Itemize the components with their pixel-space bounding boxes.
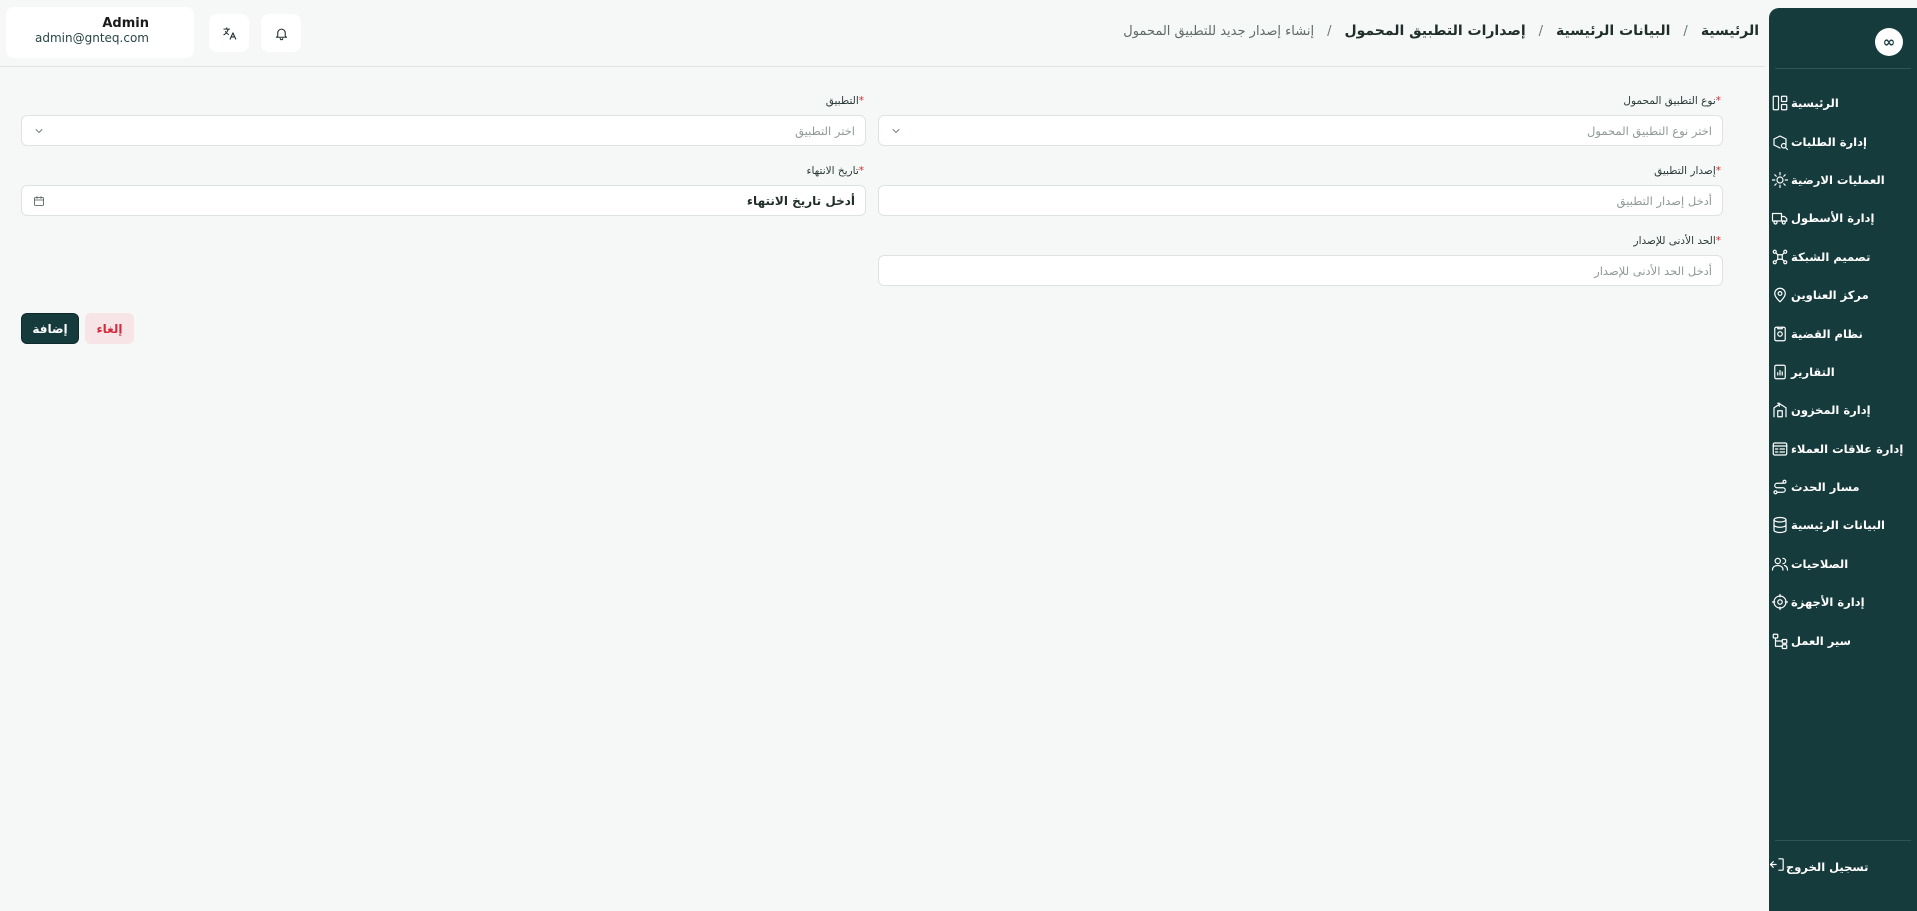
sidebar-item-home[interactable]: الرئيسية <box>1769 84 1917 122</box>
sidebar-item-devices[interactable]: إدارة الأجهزة <box>1769 583 1917 621</box>
sidebar-item-label: العمليات الارضية <box>1791 172 1885 187</box>
required-marker: * <box>858 95 864 107</box>
sidebar-item-orders[interactable]: إدارة الطلبات <box>1769 122 1917 160</box>
sidebar-nav: الرئيسية إدارة الطلبات العمليات الارضية … <box>1769 84 1917 660</box>
device-settings-icon <box>1769 591 1791 613</box>
input-placeholder: أدخل الحد الأدنى للإصدار <box>1594 263 1712 278</box>
sidebar-item-reports[interactable]: التقارير <box>1769 353 1917 391</box>
sidebar-item-label: إدارة الأسطول <box>1791 211 1875 226</box>
breadcrumb: الرئيسية / البيانات الرئيسية / إصدارات ا… <box>1123 23 1759 39</box>
crm-icon <box>1769 438 1791 460</box>
truck-icon <box>1769 207 1791 229</box>
breadcrumb-home[interactable]: الرئيسية <box>1701 23 1759 39</box>
route-icon <box>1769 476 1791 498</box>
field-label: *الحد الأدنى للإصدار <box>1633 235 1721 247</box>
warehouse-icon <box>1769 399 1791 421</box>
sidebar-divider <box>1775 68 1911 69</box>
sidebar-item-label: تصميم الشبكة <box>1791 249 1871 264</box>
required-marker: * <box>1715 165 1721 177</box>
breadcrumb-master-data[interactable]: البيانات الرئيسية <box>1556 23 1670 39</box>
chevron-down-icon <box>32 124 46 138</box>
sidebar-item-network-design[interactable]: تصميم الشبكة <box>1769 238 1917 276</box>
breadcrumb-separator: / <box>1327 23 1332 39</box>
field-label: *التطبيق <box>825 95 864 107</box>
sidebar-item-crm[interactable]: إدارة علاقات العملاء <box>1769 430 1917 468</box>
field-label: *تاريخ الانتهاء <box>806 165 864 177</box>
sidebar-item-label: إدارة الطلبات <box>1791 134 1867 149</box>
sidebar: ∞ الرئيسية إدارة الطلبات العمليات الارضي… <box>1769 8 1917 911</box>
min-version-input[interactable]: أدخل الحد الأدنى للإصدار <box>878 255 1723 286</box>
expiry-date-input[interactable]: أدخل تاريخ الانتهاء <box>21 185 866 216</box>
user-card[interactable]: Admin admin@gnteq.com <box>6 7 194 58</box>
database-icon <box>1769 514 1791 536</box>
network-icon <box>1769 246 1791 268</box>
logout-label: تسجيل الخروج <box>1786 859 1869 874</box>
required-marker: * <box>1715 235 1721 247</box>
breadcrumb-separator: / <box>1538 23 1544 39</box>
sidebar-item-label: مسار الحدث <box>1791 480 1860 495</box>
sidebar-item-label: مركز العناوين <box>1791 288 1869 303</box>
input-placeholder: أدخل تاريخ الانتهاء <box>746 193 855 208</box>
app-logo[interactable]: ∞ <box>1875 28 1903 56</box>
case-file-icon <box>1769 323 1791 345</box>
sidebar-item-inventory[interactable]: إدارة المخزون <box>1769 391 1917 429</box>
select-placeholder: اختر نوع التطبيق المحمول <box>1587 123 1712 138</box>
user-name: Admin <box>102 16 149 31</box>
sidebar-item-case-system[interactable]: نظام القضية <box>1769 314 1917 352</box>
chevron-down-icon <box>889 124 903 138</box>
sidebar-divider <box>1775 840 1911 841</box>
add-button[interactable]: إضافة <box>21 313 79 344</box>
sidebar-item-label: الرئيسية <box>1791 96 1839 111</box>
sidebar-item-fleet[interactable]: إدارة الأسطول <box>1769 199 1917 237</box>
required-marker: * <box>1715 95 1721 107</box>
layout-dashboard-icon <box>1769 92 1791 114</box>
input-placeholder: أدخل إصدار التطبيق <box>1616 193 1712 208</box>
workflow-icon <box>1769 630 1791 652</box>
sidebar-item-workflow[interactable]: سير العمل <box>1769 621 1917 659</box>
sidebar-item-label: إدارة علاقات العملاء <box>1791 441 1904 456</box>
logout-icon <box>1769 856 1786 877</box>
top-header: الرئيسية / البيانات الرئيسية / إصدارات ا… <box>0 0 1765 67</box>
breadcrumb-current: إنشاء إصدار جديد للتطبيق المحمول <box>1123 23 1315 39</box>
translate-icon <box>222 26 236 40</box>
language-button[interactable] <box>209 14 249 52</box>
bell-icon <box>275 28 287 40</box>
field-label: *إصدار التطبيق <box>1654 165 1721 177</box>
sidebar-item-event-route[interactable]: مسار الحدث <box>1769 468 1917 506</box>
report-icon <box>1769 361 1791 383</box>
sidebar-item-label: التقارير <box>1791 364 1835 379</box>
required-marker: * <box>858 165 864 177</box>
sidebar-item-permissions[interactable]: الصلاحيات <box>1769 545 1917 583</box>
cancel-button[interactable]: إلغاء <box>85 313 134 344</box>
breadcrumb-mobile-app-versions[interactable]: إصدارات التطبيق المحمول <box>1344 23 1525 39</box>
sidebar-item-label: نظام القضية <box>1791 326 1863 341</box>
application-select[interactable]: اختر التطبيق <box>21 115 866 146</box>
breadcrumb-separator: / <box>1683 23 1688 39</box>
map-pin-icon <box>1769 284 1791 306</box>
field-label: *نوع التطبيق المحمول <box>1623 95 1721 107</box>
sidebar-item-ground-operations[interactable]: العمليات الارضية <box>1769 161 1917 199</box>
sidebar-item-label: الصلاحيات <box>1791 556 1849 571</box>
app-version-input[interactable]: أدخل إصدار التطبيق <box>878 185 1723 216</box>
package-search-icon <box>1769 131 1791 153</box>
calendar-icon[interactable] <box>32 194 46 208</box>
sidebar-item-label: إدارة المخزون <box>1791 403 1871 418</box>
notifications-button[interactable] <box>261 14 301 52</box>
sidebar-item-label: إدارة الأجهزة <box>1791 595 1865 610</box>
logout-button[interactable]: تسجيل الخروج <box>1769 856 1917 877</box>
ground-operations-icon <box>1769 169 1791 191</box>
sidebar-item-label: سير العمل <box>1791 633 1851 648</box>
user-email: admin@gnteq.com <box>35 31 149 45</box>
sidebar-item-address-center[interactable]: مركز العناوين <box>1769 276 1917 314</box>
users-icon <box>1769 553 1791 575</box>
mobile-app-type-select[interactable]: اختر نوع التطبيق المحمول <box>878 115 1723 146</box>
select-placeholder: اختر التطبيق <box>795 123 855 138</box>
sidebar-item-master-data[interactable]: البيانات الرئيسية <box>1769 506 1917 544</box>
sidebar-item-label: البيانات الرئيسية <box>1791 518 1885 533</box>
